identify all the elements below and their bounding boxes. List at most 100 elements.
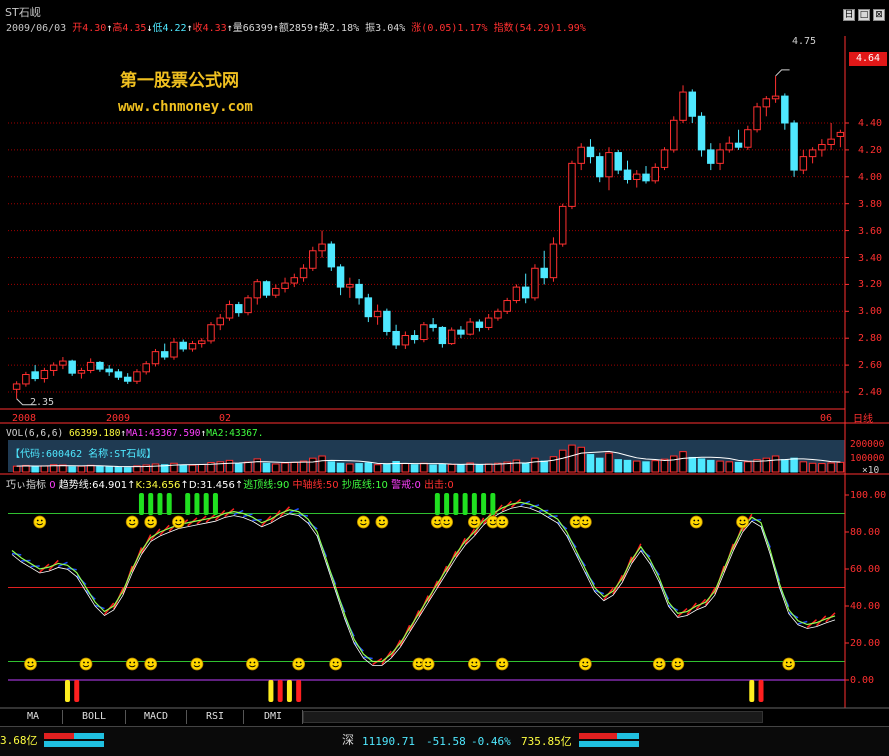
- candle-up: [291, 278, 297, 283]
- volume-bar-up: [448, 464, 454, 472]
- vol-info: 【代码:600462 名称:ST石岘】: [10, 448, 156, 461]
- horizontal-scrollbar[interactable]: [303, 711, 763, 723]
- volume-bar-down: [328, 462, 334, 472]
- candle-up: [143, 364, 149, 372]
- volume-bar-up: [198, 464, 204, 472]
- candle-down: [698, 116, 704, 150]
- smiley-eye: [786, 662, 788, 664]
- volume-bar-up: [282, 463, 288, 472]
- smiley-icon: [145, 516, 157, 528]
- volume-bar-down: [337, 463, 343, 472]
- smiley-eye: [337, 662, 339, 664]
- candle-up: [569, 163, 575, 206]
- candle-up: [60, 361, 66, 365]
- candle-down: [328, 244, 334, 267]
- smiley-eye: [148, 520, 150, 522]
- volume-bar-down: [522, 463, 528, 472]
- min-price-label: 2.35: [30, 396, 54, 409]
- candle-down: [522, 287, 528, 298]
- candle-up: [300, 268, 306, 277]
- candle-down: [476, 322, 482, 327]
- volume-bar-up: [421, 463, 427, 472]
- price-tick-label: 3.80: [858, 198, 882, 211]
- candle-up: [13, 384, 19, 389]
- smiley-eye: [300, 662, 302, 664]
- candle-up: [671, 120, 677, 150]
- volume-bar-up: [661, 459, 667, 472]
- smiley-eye: [129, 662, 131, 664]
- indicator-tick-label: 60.00: [850, 563, 880, 576]
- candle-up: [485, 318, 491, 327]
- tab-macd[interactable]: MACD: [126, 710, 187, 724]
- smiley-eye: [582, 520, 584, 522]
- candle-up: [189, 344, 195, 349]
- smiley-icon: [468, 516, 480, 528]
- volume-bar-up: [837, 462, 843, 472]
- volume-bar-up: [23, 465, 29, 472]
- smiley-eye: [360, 520, 362, 522]
- smiley-eye: [444, 520, 446, 522]
- volume-bar-up: [809, 463, 815, 472]
- vol-axis-unit: ×10: [862, 464, 879, 477]
- escape-signal-bar: [204, 493, 209, 515]
- smiley-icon: [357, 516, 369, 528]
- smiley-eye: [250, 662, 252, 664]
- candle-up: [402, 336, 408, 345]
- volume-bar-up: [347, 464, 353, 472]
- volume-bar-up: [513, 460, 519, 472]
- d-value: D:31.456: [189, 480, 235, 491]
- watermark-title: 第一股票公式网: [120, 71, 239, 91]
- volume-bar-up: [310, 458, 316, 472]
- tab-rsi[interactable]: RSI: [187, 710, 244, 724]
- candle-down: [708, 150, 714, 163]
- tab-ma[interactable]: MA: [4, 710, 63, 724]
- candle-down: [587, 147, 593, 156]
- smiley-eye: [176, 520, 178, 522]
- volume-bar-up: [13, 466, 19, 472]
- smiley-icon: [293, 658, 305, 670]
- escape-signal-bar: [463, 493, 468, 515]
- mid-value: 中轴线:50: [293, 480, 339, 491]
- volume-bar-down: [106, 467, 112, 472]
- smiley-eye: [383, 520, 385, 522]
- volume-bar-up: [402, 464, 408, 472]
- smiley-eye: [254, 662, 256, 664]
- escape-signal-bar: [435, 493, 440, 515]
- indicator-tick-label: 100.00: [850, 489, 886, 502]
- up-arrow-icon: ↑: [180, 480, 188, 491]
- volume-bar-up: [78, 466, 84, 472]
- candle-up: [578, 147, 584, 163]
- price-tick-label: 2.60: [858, 359, 882, 372]
- tab-boll[interactable]: BOLL: [63, 710, 126, 724]
- candle-up: [652, 167, 658, 180]
- smiley-icon: [690, 516, 702, 528]
- smiley-icon: [468, 658, 480, 670]
- period-label[interactable]: 日线: [853, 413, 873, 426]
- vol-name: VOL(6,6,6): [6, 428, 63, 439]
- smiley-eye: [133, 662, 135, 664]
- candle-down: [384, 311, 390, 331]
- tab-dmi[interactable]: DMI: [244, 710, 303, 724]
- volume-bar-up: [189, 465, 195, 472]
- volume-bar-up: [652, 461, 658, 472]
- date-label: 2008: [12, 412, 36, 425]
- volume-bar-up: [532, 458, 538, 472]
- smiley-eye: [471, 662, 473, 664]
- escape-signal-bar: [148, 493, 153, 515]
- candle-down: [689, 92, 695, 116]
- escape-signal-bar: [139, 493, 144, 515]
- escape-signal-bar: [481, 493, 486, 515]
- candle-up: [87, 362, 93, 370]
- volume-bar-down: [541, 461, 547, 472]
- candle-up: [226, 305, 232, 318]
- price-tick-label: 3.40: [858, 252, 882, 265]
- candle-up: [467, 322, 473, 334]
- candle-down: [596, 157, 602, 177]
- volume-bar-down: [735, 462, 741, 472]
- smiley-eye: [475, 662, 477, 664]
- smiley-icon: [246, 658, 258, 670]
- price-tick-label: 4.40: [858, 117, 882, 130]
- current-price-tag: 4.64: [849, 52, 887, 66]
- smiley-icon: [441, 516, 453, 528]
- volume-bar-up: [273, 464, 279, 472]
